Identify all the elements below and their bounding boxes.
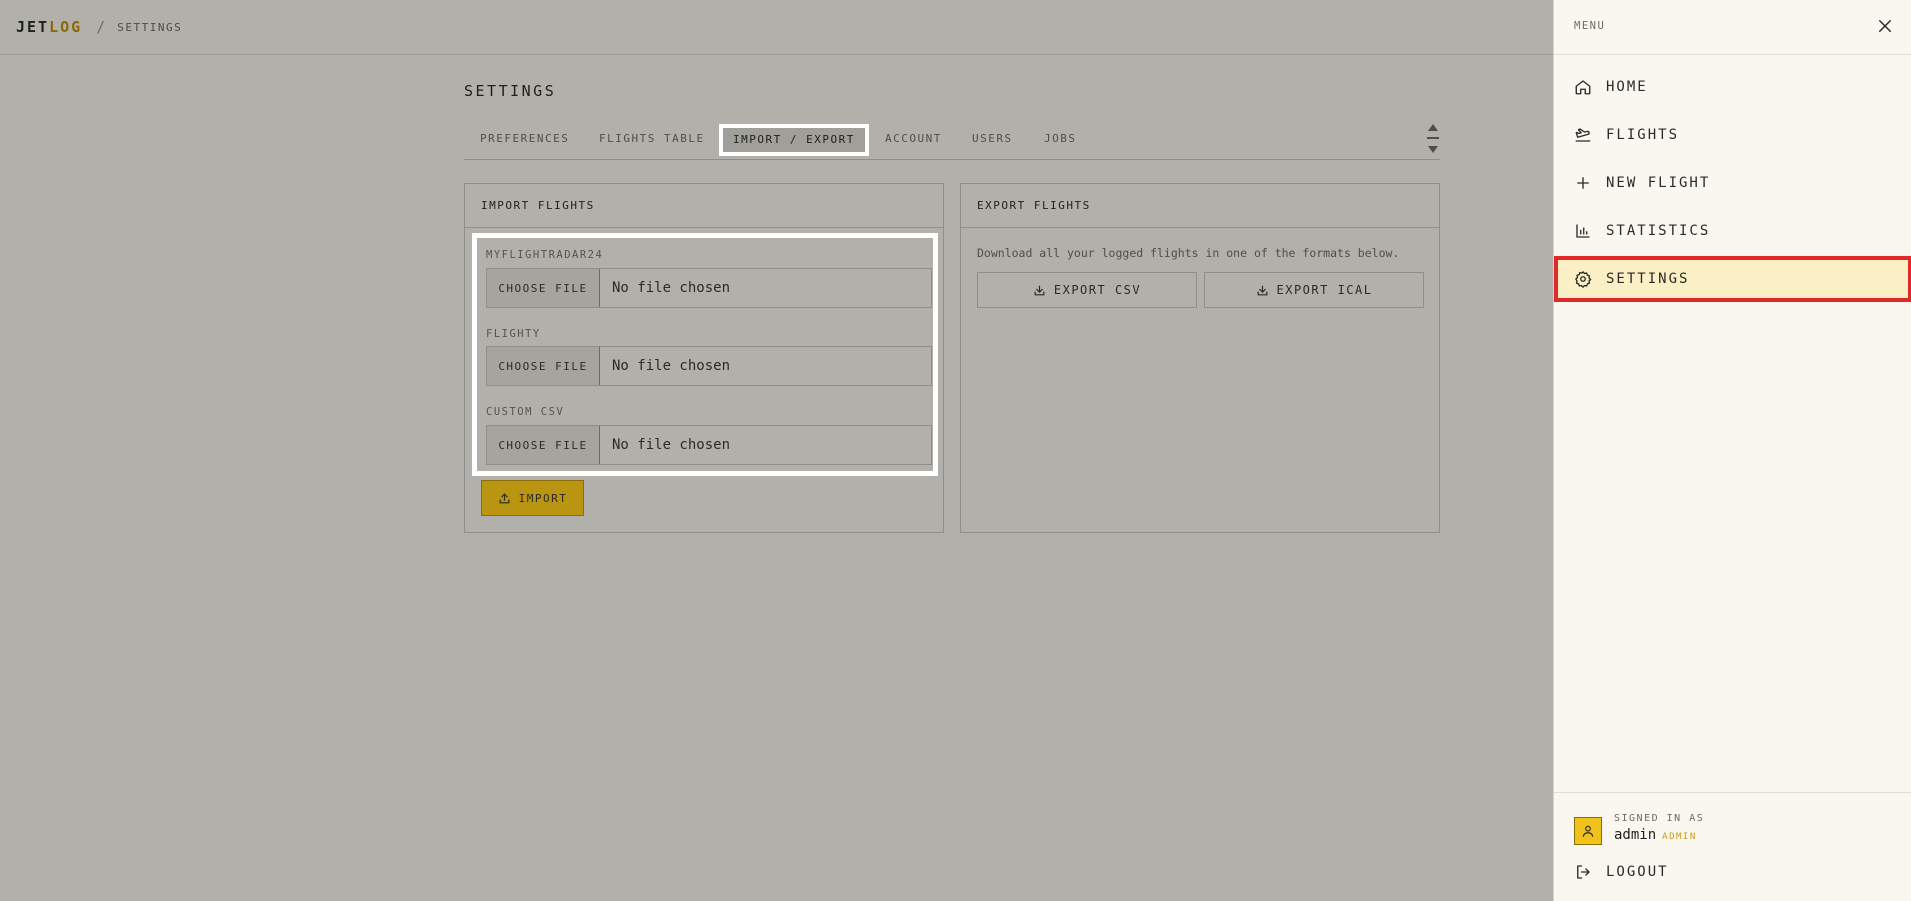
upload-icon (498, 492, 511, 505)
avatar (1574, 817, 1602, 845)
tab-preferences[interactable]: PREFERENCES (480, 124, 569, 156)
menu-item-flights[interactable]: FLIGHTS (1554, 112, 1911, 158)
export-ical-button[interactable]: EXPORT ICAL (1204, 272, 1424, 308)
page-title: SETTINGS (464, 82, 557, 100)
export-flights-title: EXPORT FLIGHTS (961, 184, 1439, 228)
breadcrumb-separator: / (96, 18, 106, 36)
file-status: No file chosen (612, 437, 731, 453)
tabs-scroll-control[interactable] (1426, 122, 1440, 158)
custom-csv-label: CUSTOM CSV (486, 406, 565, 418)
import-flights-card: IMPORT FLIGHTS MYFLIGHTRADAR24 CHOOSE FI… (464, 183, 944, 533)
side-menu: MENU HOME FLIGHTS NEW FLIGHT STATISTICS … (1553, 0, 1911, 901)
tab-import-export[interactable]: IMPORT / EXPORT (719, 124, 869, 156)
export-flights-card: EXPORT FLIGHTS Download all your logged … (960, 183, 1440, 533)
tab-account[interactable]: ACCOUNT (885, 124, 942, 156)
custom-csv-file-input[interactable]: CHOOSE FILE No file chosen (486, 425, 932, 465)
scroll-down-icon[interactable] (1428, 146, 1438, 153)
import-flights-title: IMPORT FLIGHTS (465, 184, 943, 228)
brand-logo[interactable]: JETLOG (16, 18, 82, 36)
choose-file-button[interactable]: CHOOSE FILE (487, 426, 600, 464)
user-name: admin ADMIN (1614, 827, 1697, 843)
breadcrumb: SETTINGS (117, 20, 183, 34)
menu-item-home[interactable]: HOME (1554, 64, 1911, 110)
plus-icon (1574, 174, 1592, 192)
logout-button[interactable]: LOGOUT (1574, 863, 1669, 881)
tab-jobs[interactable]: JOBS (1044, 124, 1077, 156)
scroll-up-icon[interactable] (1428, 124, 1438, 131)
file-status: No file chosen (612, 358, 731, 374)
flighty-file-input[interactable]: CHOOSE FILE No file chosen (486, 346, 932, 386)
menu-title: MENU (1574, 20, 1606, 32)
import-button[interactable]: IMPORT (481, 480, 584, 516)
export-csv-button[interactable]: EXPORT CSV (977, 272, 1197, 308)
menu-item-statistics[interactable]: STATISTICS (1554, 208, 1911, 254)
logout-icon (1574, 863, 1592, 881)
menu-item-new-flight[interactable]: NEW FLIGHT (1554, 160, 1911, 206)
menu-footer: SIGNED IN AS admin ADMIN LOGOUT (1554, 792, 1911, 901)
download-icon (1033, 284, 1046, 297)
export-description: Download all your logged flights in one … (977, 246, 1400, 260)
myflightradar24-file-input[interactable]: CHOOSE FILE No file chosen (486, 268, 932, 308)
close-icon[interactable] (1876, 17, 1894, 35)
tab-users[interactable]: USERS (972, 124, 1013, 156)
choose-file-button[interactable]: CHOOSE FILE (487, 269, 600, 307)
bar-chart-icon (1574, 222, 1592, 240)
flighty-label: FLIGHTY (486, 328, 541, 340)
import-fields-group: MYFLIGHTRADAR24 CHOOSE FILE No file chos… (472, 233, 938, 476)
plane-icon (1574, 126, 1592, 144)
file-status: No file chosen (612, 280, 731, 296)
top-bar: JETLOG / SETTINGS (0, 0, 1553, 55)
home-icon (1574, 78, 1592, 96)
choose-file-button[interactable]: CHOOSE FILE (487, 347, 600, 385)
gear-icon (1574, 270, 1592, 288)
signed-in-label: SIGNED IN AS (1614, 813, 1705, 824)
menu-header: MENU (1554, 0, 1911, 55)
menu-item-settings[interactable]: SETTINGS (1554, 256, 1911, 302)
user-role-badge: ADMIN (1662, 832, 1697, 842)
download-icon (1256, 284, 1269, 297)
myflightradar24-label: MYFLIGHTRADAR24 (486, 249, 604, 261)
user-icon (1581, 824, 1595, 838)
settings-tabs: PREFERENCES FLIGHTS TABLE IMPORT / EXPOR… (464, 124, 1440, 160)
tab-flights-table[interactable]: FLIGHTS TABLE (599, 124, 705, 156)
